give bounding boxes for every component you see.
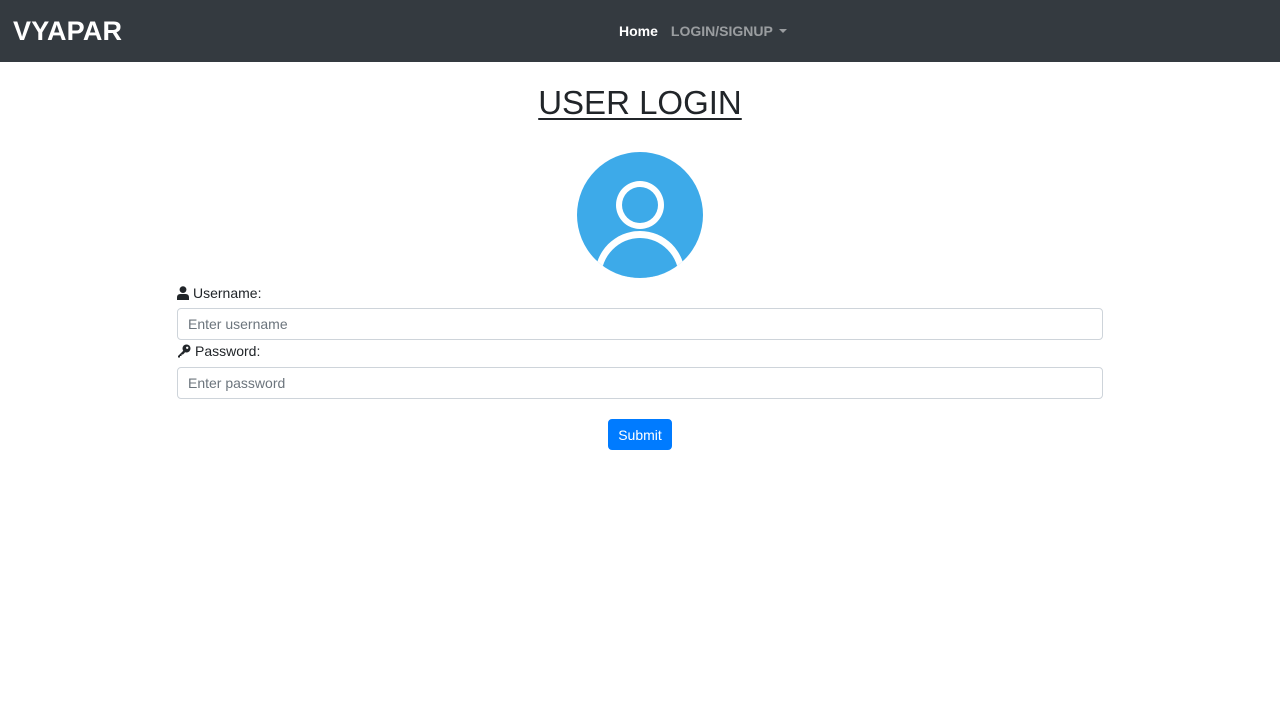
nav-home-link[interactable]: Home	[619, 21, 658, 41]
login-signup-label: LOGIN/SIGNUP	[670, 23, 773, 39]
username-input[interactable]	[177, 308, 1103, 340]
user-avatar-icon	[577, 152, 703, 278]
login-signup-dropdown[interactable]: LOGIN/SIGNUP	[671, 21, 787, 41]
brand-logo[interactable]: VYAPAR	[13, 14, 122, 48]
caret-down-icon	[778, 29, 787, 33]
username-label-text: Username:	[193, 285, 262, 301]
password-label-text: Password:	[195, 343, 261, 359]
submit-button[interactable]: Submit	[608, 419, 672, 450]
password-label: Password:	[177, 342, 260, 360]
username-label: Username:	[177, 284, 261, 302]
navbar: VYAPAR Home LOGIN/SIGNUP	[0, 0, 1280, 62]
password-input[interactable]	[177, 367, 1103, 399]
key-icon	[178, 344, 191, 358]
user-icon	[177, 286, 189, 300]
page-title: USER LOGIN	[538, 84, 742, 121]
nav-links: Home LOGIN/SIGNUP	[619, 21, 787, 41]
